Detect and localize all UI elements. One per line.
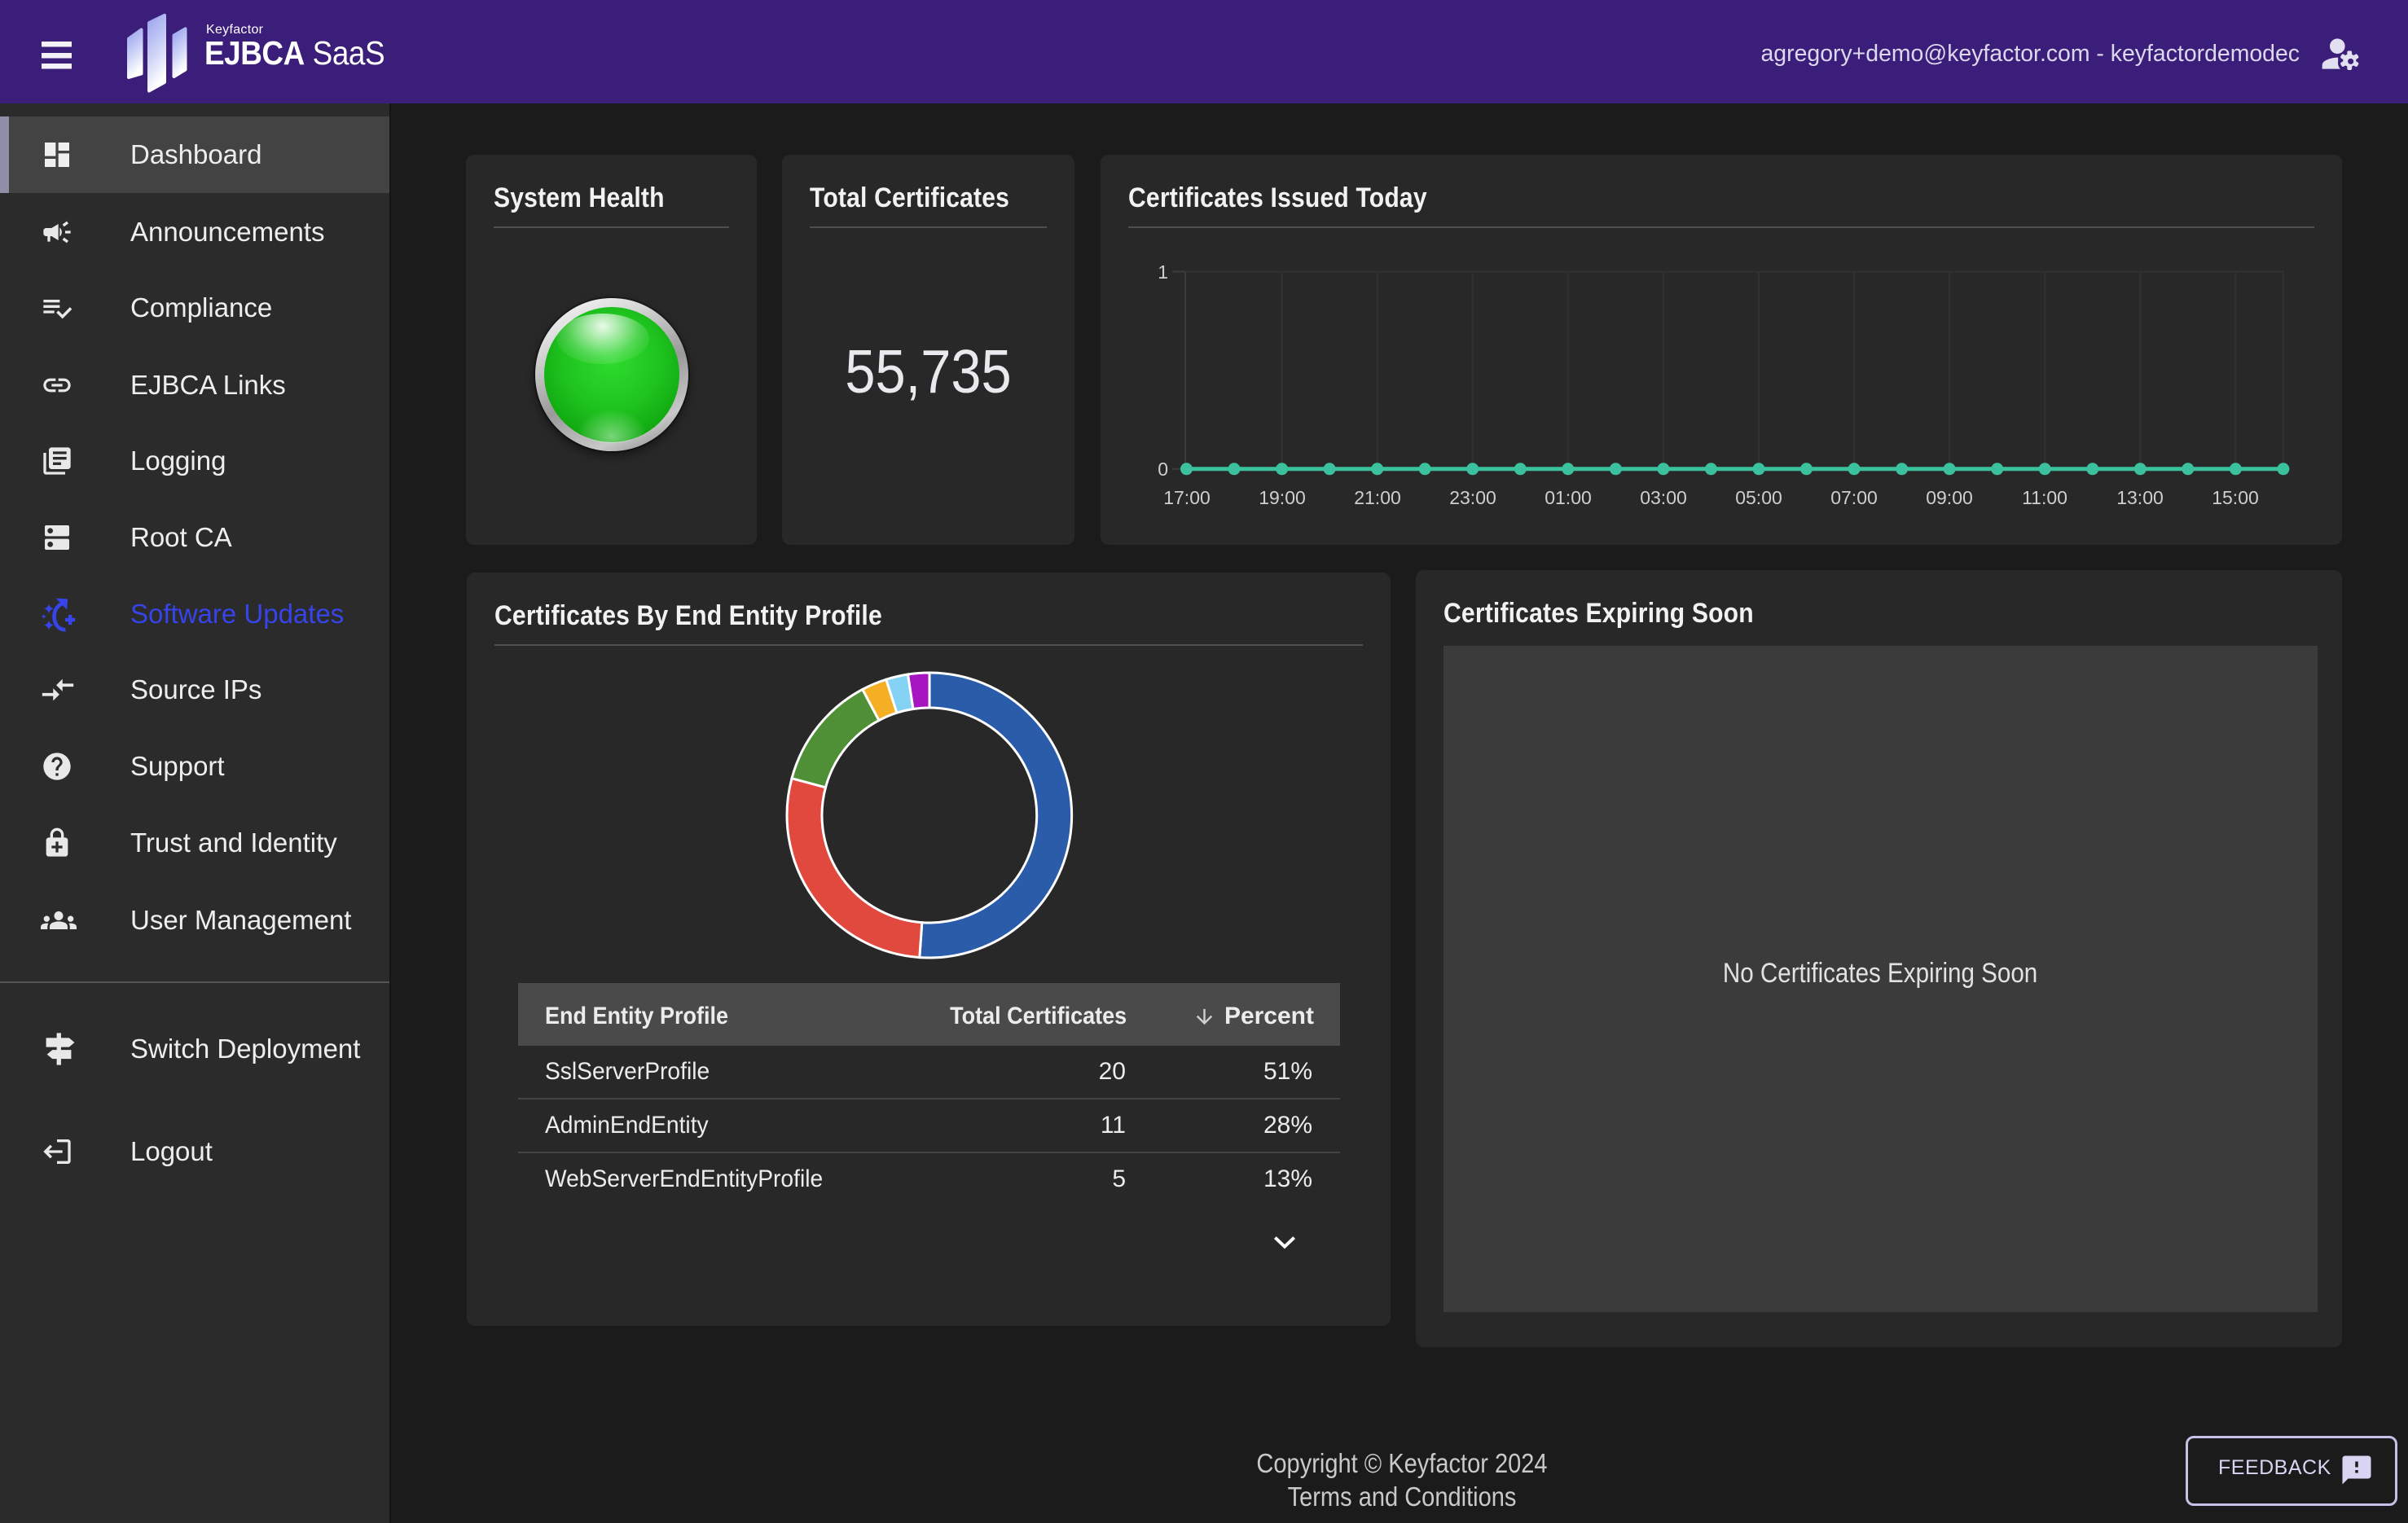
svg-text:13:00: 13:00 (2116, 487, 2164, 508)
svg-text:09:00: 09:00 (1926, 487, 1973, 508)
svg-text:17:00: 17:00 (1163, 487, 1211, 508)
svg-text:0: 0 (1158, 459, 1168, 480)
svg-text:07:00: 07:00 (1830, 487, 1878, 508)
svg-text:11:00: 11:00 (2022, 487, 2067, 508)
svg-text:23:00: 23:00 (1449, 487, 1496, 508)
svg-text:05:00: 05:00 (1735, 487, 1782, 508)
svg-text:15:00: 15:00 (2212, 487, 2259, 508)
svg-text:21:00: 21:00 (1354, 487, 1401, 508)
svg-text:19:00: 19:00 (1259, 487, 1306, 508)
svg-text:03:00: 03:00 (1640, 487, 1687, 508)
svg-text:01:00: 01:00 (1545, 487, 1592, 508)
svg-text:1: 1 (1158, 261, 1168, 283)
